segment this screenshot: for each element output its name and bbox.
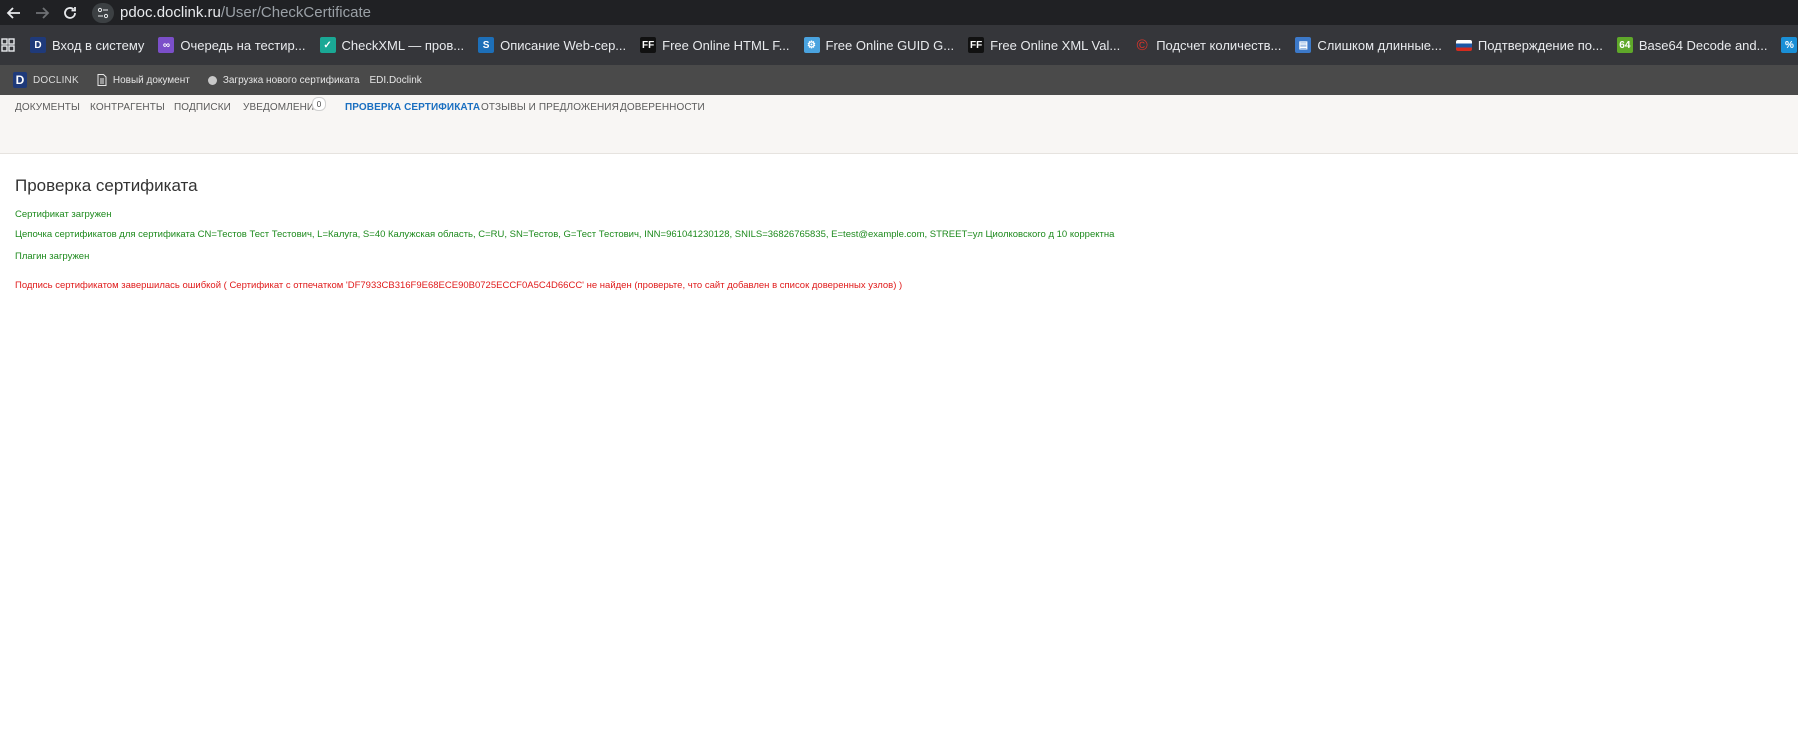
- url-path: /User/CheckCertificate: [220, 4, 371, 21]
- tune-icon: [97, 7, 109, 18]
- doclink-d-icon: D: [30, 37, 46, 53]
- ff-icon: FF: [640, 37, 657, 53]
- app-header: D DOCLINK Новый документ Загрузка нового…: [0, 65, 1798, 95]
- certificate-chain-message: Цепочка сертификатов для сертификата CN=…: [15, 229, 1115, 240]
- base64-icon: 64: [1616, 37, 1633, 53]
- certificate-loaded-message: Сертификат загружен: [15, 209, 112, 220]
- gear-icon: ⚙: [803, 37, 820, 53]
- reload-icon: [64, 6, 76, 19]
- bookmark-label: Вход в систему: [52, 37, 145, 53]
- tab-notifications-label: УВЕДОМЛЕНИЯ: [243, 102, 322, 113]
- bookmark-item[interactable]: ▤ Слишком длинные...: [1289, 25, 1447, 65]
- document-icon: [97, 74, 107, 86]
- bookmark-label: Слишком длинные...: [1317, 37, 1442, 53]
- forward-button[interactable]: [28, 0, 56, 25]
- bookmark-item[interactable]: S Описание Web-сер...: [472, 25, 632, 65]
- bookmark-list: D Вход в систему ∞ Очередь на тестир... ✓ Che…: [24, 25, 1798, 65]
- apps-button[interactable]: [0, 25, 16, 65]
- tab-feedback[interactable]: ОТЗЫВЫ И ПРЕДЛОЖЕНИЯ: [481, 102, 619, 113]
- bookmark-item[interactable]: FF Free Online HTML F...: [634, 25, 795, 65]
- page-title: Проверка сертификата: [15, 176, 198, 195]
- main-content: Проверка сертификата Сертификат загружен…: [15, 176, 1775, 291]
- plugin-loaded-message: Плагин загружен: [15, 251, 90, 262]
- back-button[interactable]: [0, 0, 28, 25]
- notifications-count-badge: 0: [312, 97, 326, 111]
- window-icon: ▤: [1295, 37, 1312, 53]
- bookmark-label: Free Online HTML F...: [662, 37, 790, 53]
- circle-icon: [207, 75, 217, 85]
- site-info-button[interactable]: [92, 2, 114, 23]
- bookmarks-bar: D Вход в систему ∞ Очередь на тестир... ✓ Che…: [0, 25, 1798, 65]
- bookmark-item[interactable]: Подтверждение по...: [1450, 25, 1609, 65]
- address-bar[interactable]: pdoc.doclink.ru/User/CheckCertificate: [120, 4, 371, 21]
- tab-subscriptions[interactable]: ПОДПИСКИ: [174, 102, 231, 113]
- arrow-right-icon: [36, 6, 50, 19]
- bookmark-item[interactable]: ✓ CheckXML — пров...: [314, 25, 471, 65]
- bookmark-item[interactable]: ∞ Очередь на тестир...: [152, 25, 311, 65]
- copyright-icon: ©: [1136, 36, 1148, 54]
- bookmark-item[interactable]: D Вход в систему: [24, 25, 150, 65]
- tab-certificate-check[interactable]: ПРОВЕРКА СЕРТИФИКАТА: [345, 102, 480, 113]
- tab-counterparties[interactable]: КОНТРАГЕНТЫ: [90, 102, 165, 113]
- bookmark-item[interactable]: ⚙ Free Online GUID G...: [798, 25, 961, 65]
- bookmark-label: CheckXML — пров...: [341, 37, 465, 53]
- upload-certificate-link[interactable]: Загрузка нового сертификата: [207, 74, 360, 86]
- bookmark-label: Free Online GUID G...: [825, 37, 955, 53]
- bookmark-label: Очередь на тестир...: [180, 37, 306, 53]
- bookmark-item[interactable]: %НДС кальк: [1775, 25, 1798, 65]
- visual-studio-icon: ∞: [158, 37, 175, 53]
- reload-button[interactable]: [56, 0, 84, 25]
- russia-flag-icon: [1455, 39, 1472, 51]
- new-document-link[interactable]: Новый документ: [97, 74, 190, 86]
- edi-doclink-label: EDI.Doclink: [369, 74, 422, 86]
- checkxml-icon: ✓: [319, 37, 336, 53]
- sharepoint-icon: S: [478, 37, 495, 53]
- doclink-d-icon: D: [13, 72, 27, 88]
- bookmark-label: Описание Web-сер...: [500, 37, 627, 53]
- upload-certificate-label: Загрузка нового сертификата: [222, 74, 360, 86]
- arrow-left-icon: [6, 6, 20, 19]
- bookmark-item[interactable]: FF Free Online XML Val...: [962, 25, 1126, 65]
- tab-notifications[interactable]: УВЕДОМЛЕНИЯ 0: [243, 97, 326, 113]
- browser-toolbar: pdoc.doclink.ru/User/CheckCertificate: [0, 0, 1798, 25]
- percent-icon: %: [1781, 37, 1798, 53]
- bookmark-item[interactable]: © Подсчет количеств...: [1128, 25, 1287, 65]
- bookmark-label: Подсчет количеств...: [1156, 37, 1282, 53]
- edi-doclink-link[interactable]: EDI.Doclink: [370, 75, 422, 86]
- url-host: pdoc.doclink.ru: [120, 4, 221, 21]
- ff-icon: FF: [968, 37, 985, 53]
- apps-grid-icon: [1, 38, 15, 52]
- main-navigation: ДОКУМЕНТЫ КОНТРАГЕНТЫ ПОДПИСКИ УВЕДОМЛЕН…: [0, 95, 1798, 154]
- signature-error-message: Подпись сертификатом завершилась ошибкой…: [15, 280, 903, 291]
- logo-text: DOCLINK: [33, 74, 79, 86]
- tab-documents[interactable]: ДОКУМЕНТЫ: [15, 102, 80, 113]
- bookmark-label: Подтверждение по...: [1477, 37, 1603, 53]
- bookmark-item[interactable]: 64 Base64 Decode and...: [1611, 25, 1774, 65]
- tab-powers-of-attorney[interactable]: ДОВЕРЕННОСТИ: [620, 102, 705, 113]
- doclink-logo[interactable]: D DOCLINK: [13, 72, 79, 88]
- bookmark-label: Base64 Decode and...: [1638, 37, 1768, 53]
- new-document-label: Новый документ: [112, 74, 190, 86]
- bookmark-label: Free Online XML Val...: [990, 37, 1121, 53]
